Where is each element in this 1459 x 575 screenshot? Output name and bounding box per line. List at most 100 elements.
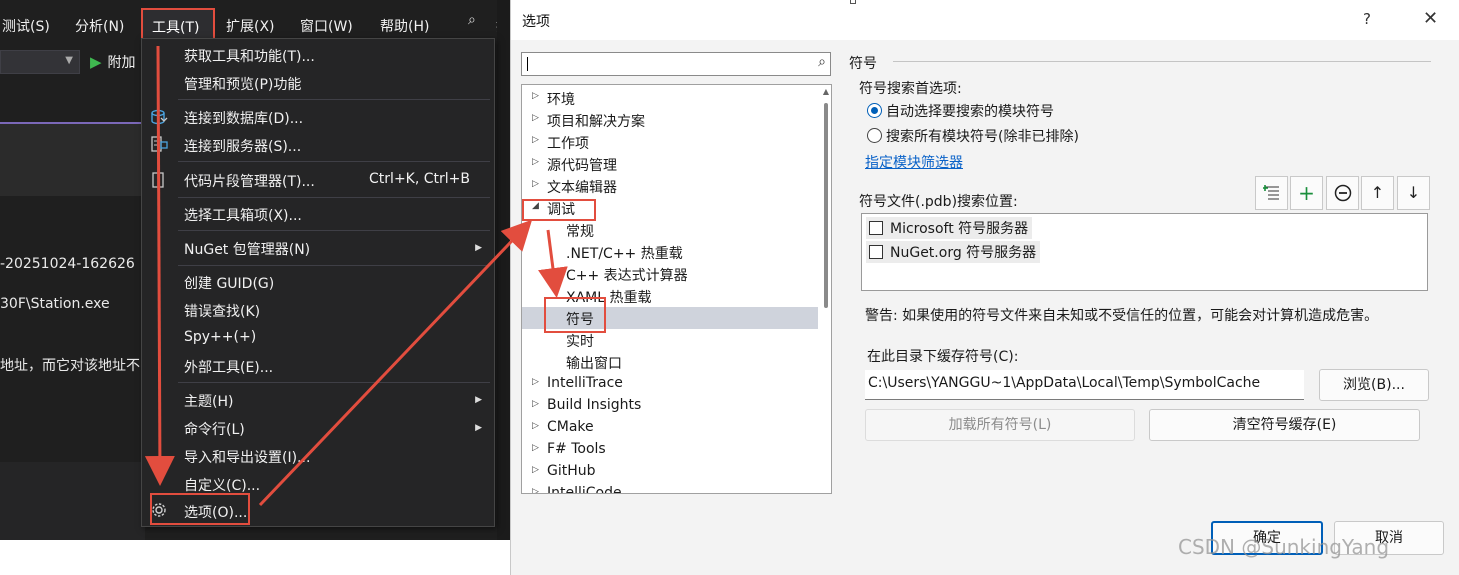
menu-separator [178,382,490,383]
tree-item-label: 项目和解决方案 [547,114,645,130]
tree-item[interactable]: ▷ IntelliCode [522,483,818,493]
browse-button[interactable]: 浏览(B)... [1319,369,1429,401]
radio-auto-select-label[interactable]: 自动选择要搜索的模块符号 [886,101,1054,121]
menu-separator [178,230,490,231]
tree-item[interactable]: ▷ 文本编辑器 [522,175,818,197]
module-filter-link[interactable]: 指定模块筛选器 [865,152,963,172]
checkbox-microsoft-symbols[interactable] [869,221,883,235]
menu-item-get-tools[interactable]: 获取工具和功能(T)... [184,46,315,66]
move-up-icon[interactable]: ↑ [1361,176,1394,210]
tree-item[interactable]: ▷ F# Tools [522,439,818,461]
remove-icon [1334,184,1351,202]
menu-item-create-guid[interactable]: 创建 GUID(G) [184,273,274,293]
menu-item-command-line[interactable]: 命令行(L) [184,419,245,439]
menu-item-snippet-manager[interactable]: 代码片段管理器(T)... [184,171,315,191]
menu-item-customize[interactable]: 自定义(C)... [184,475,260,495]
menu-item-spy[interactable]: Spy++(+) [184,329,256,345]
menu-item-manage-preview[interactable]: 管理和预览(P)功能 [184,74,301,94]
tree-item[interactable]: ▷ 环境 [522,87,818,109]
options-tree[interactable]: ▷ 环境 ▷ 项目和解决方案 ▷ 工作项 ▷ 源代码管理 ▷ 文本编辑器 ◢ 调试 常规 .NET/C++… [521,84,832,494]
symbol-location-item[interactable]: NuGet.org 符号服务器 [866,241,1041,263]
menu-item-choose-toolbox[interactable]: 选择工具箱项(X)... [184,205,302,225]
menu-item-error-lookup[interactable]: 错误查找(K) [184,301,260,321]
attach-button[interactable]: ▶ 附加 [90,52,136,72]
close-button[interactable]: ✕ [1423,8,1438,29]
symbol-location-item[interactable]: Microsoft 符号服务器 [866,217,1033,239]
expand-icon[interactable]: ▷ [532,399,539,409]
menu-item-import-export[interactable]: 导入和导出设置(I)... [184,447,310,467]
tree-item[interactable]: 输出窗口 [522,351,818,373]
expand-icon[interactable]: ▷ [532,91,539,101]
expand-icon[interactable]: ▷ [532,135,539,145]
search-icon[interactable]: ⌕ [468,12,476,28]
database-icon [151,109,168,125]
page-title: 符号 [849,56,877,72]
menu-tools[interactable]: 工具(T) [141,8,215,42]
snippet-icon [152,172,164,188]
attach-label: 附加 [107,55,136,71]
clear-cache-button[interactable]: 清空符号缓存(E) [1149,409,1420,441]
menu-separator [178,161,490,162]
tree-item[interactable]: 常规 [522,219,818,241]
tree-item-label: C++ 表达式计算器 [566,268,688,284]
tree-item[interactable]: ▷ IntelliTrace [522,373,818,395]
tab-band [0,124,145,196]
submenu-arrow-icon: ▶ [475,395,482,405]
menu-window[interactable]: 窗口(W) [300,16,353,36]
tree-scrollbar[interactable] [824,103,828,308]
tree-item[interactable]: C++ 表达式计算器 [522,263,818,285]
radio-search-all[interactable] [867,128,882,143]
symbol-locations-list: Microsoft 符号服务器 NuGet.org 符号服务器 [861,213,1428,291]
remove-button[interactable] [1326,176,1359,210]
tree-item[interactable]: ▷ 项目和解决方案 [522,109,818,131]
expand-icon[interactable]: ▷ [532,179,539,189]
tree-item-label: Build Insights [547,397,642,413]
radio-auto-select[interactable] [867,103,882,118]
resize-mark [850,0,856,4]
menu-item-nuget[interactable]: NuGet 包管理器(N) [184,239,310,259]
expand-icon[interactable]: ▷ [532,377,539,387]
move-down-icon[interactable]: ↓ [1397,176,1430,210]
tree-item-label: 环境 [547,92,575,108]
tree-item-label: 实时 [566,334,594,350]
menu-analyze[interactable]: 分析(N) [75,16,124,36]
tree-item[interactable]: ▷ CMake [522,417,818,439]
expand-icon[interactable]: ▷ [532,487,539,493]
menu-item-connect-database[interactable]: 连接到数据库(D)... [184,108,303,128]
add-icon[interactable]: + [1290,176,1323,210]
cache-dir-input[interactable]: C:\Users\YANGGU~1\AppData\Local\Temp\Sym… [865,370,1304,400]
expand-icon[interactable]: ▷ [532,443,539,453]
menu-item-connect-server[interactable]: 连接到服务器(S)... [184,136,301,156]
annotation-highlight-box [544,297,606,333]
expand-icon[interactable]: ▷ [532,113,539,123]
checkbox-nuget-symbols[interactable] [869,245,883,259]
tree-item[interactable]: ▷ 工作项 [522,131,818,153]
snippet-shortcut: Ctrl+K, Ctrl+B [369,171,470,187]
radio-search-all-label[interactable]: 搜索所有模块符号(除非已排除) [886,126,1079,146]
menu-separator [178,197,490,198]
menu-item-theme[interactable]: 主题(H) [184,391,233,411]
add-location-button[interactable] [1255,176,1288,210]
tree-item[interactable]: ▷ 源代码管理 [522,153,818,175]
tree-item[interactable]: ▷ GitHub [522,461,818,483]
scroll-up-icon[interactable]: ▲ [823,87,829,96]
output-line: 30F\Station.exe [0,296,110,312]
options-dialog: 选项 ? ✕ ⌕ ▷ 环境 ▷ 项目和解决方案 ▷ 工作项 ▷ 源代码管理 ▷ 文本编辑器 ◢ 调试常… [510,0,1459,575]
expand-icon[interactable]: ▷ [532,421,539,431]
options-search-input[interactable]: ⌕ [521,52,831,76]
menu-item-external-tools[interactable]: 外部工具(E)... [184,357,273,377]
tree-item-label: 输出窗口 [566,356,622,372]
expand-icon[interactable]: ▷ [532,465,539,475]
help-button[interactable]: ? [1363,10,1371,28]
menu-separator [178,265,490,266]
vs-menubar: 测试(S) 分析(N) 扩展(X) 窗口(W) 帮助(H) [0,8,510,42]
menu-help[interactable]: 帮助(H) [380,16,429,36]
tree-item[interactable]: .NET/C++ 热重载 [522,241,818,263]
menu-debug[interactable]: 测试(S) [2,16,50,36]
security-warning: 警告: 如果使用的符号文件来自未知或不受信任的位置，可能会对计算机造成危害。 [865,308,1379,324]
output-line: -20251024-162626 [0,256,135,272]
tree-item[interactable]: ▷ Build Insights [522,395,818,417]
expand-icon[interactable]: ▷ [532,157,539,167]
configuration-combo[interactable]: ▼ [0,50,80,74]
menu-extensions[interactable]: 扩展(X) [226,16,275,36]
